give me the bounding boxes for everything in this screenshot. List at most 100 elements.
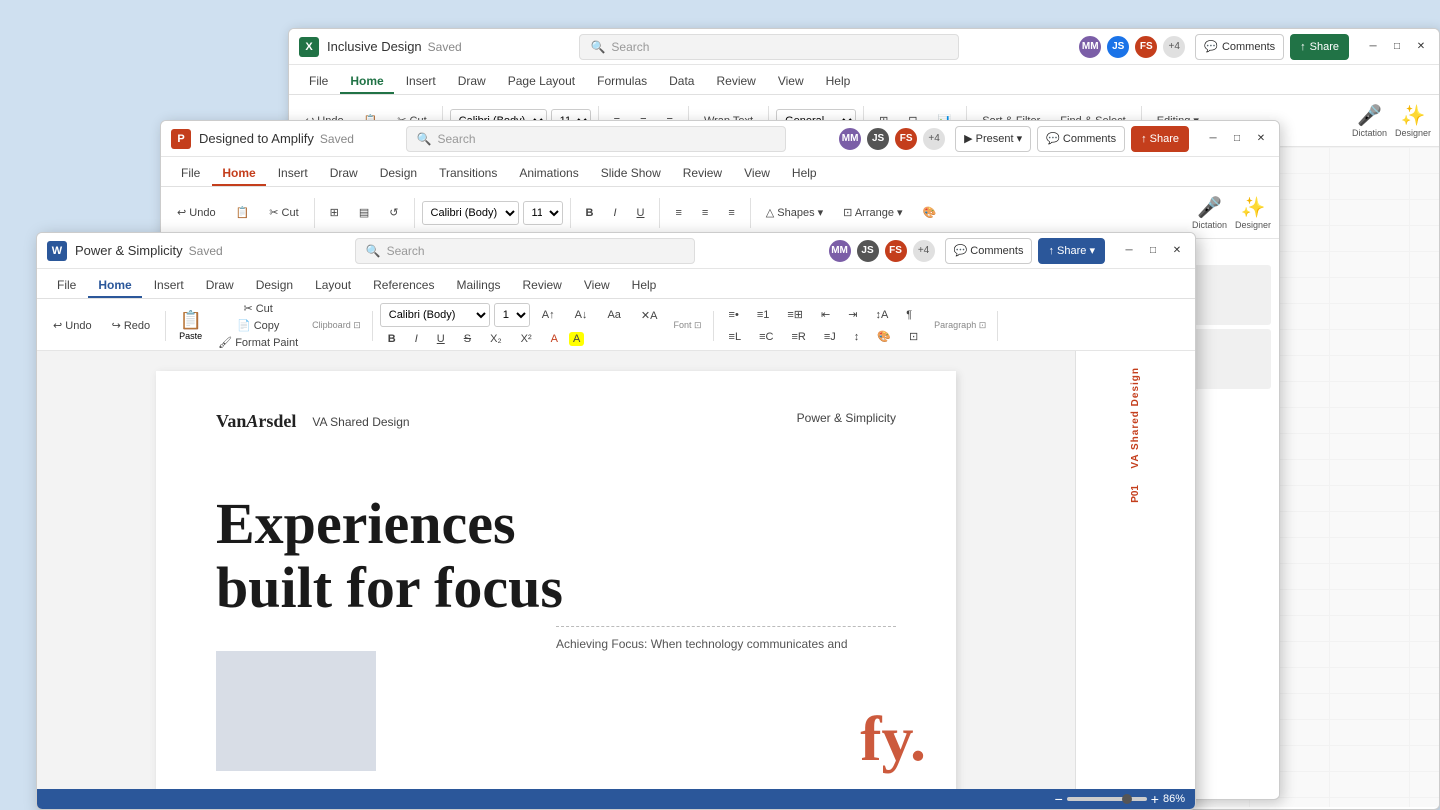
ppt-tab-help[interactable]: Help xyxy=(782,162,827,186)
word-shading-button[interactable]: 🎨 xyxy=(869,327,899,346)
ppt-designer-button[interactable]: ✨ Designer xyxy=(1235,195,1271,230)
word-justify-button[interactable]: ≡J xyxy=(816,327,844,346)
word-decrease-indent[interactable]: ⇤ xyxy=(813,305,838,324)
ppt-paste-button[interactable]: 📋 xyxy=(228,203,258,222)
ppt-comments-button[interactable]: 💬 Comments xyxy=(1037,126,1125,152)
ppt-layout-button[interactable]: ▤ xyxy=(351,203,377,222)
word-align-left-button[interactable]: ≡L xyxy=(721,327,750,346)
word-superscript-button[interactable]: X² xyxy=(513,330,540,348)
word-fontsize-select[interactable]: 11 xyxy=(494,303,530,327)
word-maximize-button[interactable]: □ xyxy=(1145,243,1161,259)
ppt-tab-animations[interactable]: Animations xyxy=(509,162,588,186)
word-italic-button[interactable]: I xyxy=(407,330,426,348)
word-copy-button[interactable]: 📄 Copy xyxy=(214,318,302,333)
word-tab-mailings[interactable]: Mailings xyxy=(446,274,510,298)
word-strikethrough-button[interactable]: S xyxy=(456,330,479,348)
excel-maximize-button[interactable]: □ xyxy=(1389,39,1405,55)
ppt-tab-view[interactable]: View xyxy=(734,162,780,186)
word-align-center-button[interactable]: ≡C xyxy=(751,327,781,346)
word-show-marks-button[interactable]: ¶ xyxy=(898,305,920,324)
excel-tab-draw[interactable]: Draw xyxy=(448,70,496,94)
word-zoom-in-button[interactable]: + xyxy=(1151,791,1159,807)
excel-tab-help[interactable]: Help xyxy=(816,70,861,94)
ppt-tab-home[interactable]: Home xyxy=(212,162,265,186)
ppt-italic-button[interactable]: I xyxy=(605,204,624,222)
word-clear-format-button[interactable]: ✕A xyxy=(633,306,666,325)
word-tab-layout[interactable]: Layout xyxy=(305,274,361,298)
ppt-align-left-button[interactable]: ≡ xyxy=(667,204,689,222)
word-subscript-button[interactable]: X₂ xyxy=(482,330,510,348)
excel-designer-button[interactable]: ✨ Designer xyxy=(1395,103,1431,138)
ppt-align-right-button[interactable]: ≡ xyxy=(720,204,742,222)
word-minimize-button[interactable]: ─ xyxy=(1121,243,1137,259)
word-zoom-control[interactable]: − + 86% xyxy=(1055,791,1185,807)
ppt-tab-design[interactable]: Design xyxy=(370,162,427,186)
word-borders-button[interactable]: ⊡ xyxy=(901,327,926,346)
word-fontcolor-button[interactable]: A xyxy=(543,330,566,348)
word-highlight-button[interactable]: A xyxy=(569,332,584,346)
ppt-tab-review[interactable]: Review xyxy=(673,162,732,186)
word-multilevel-button[interactable]: ≡⊞ xyxy=(779,305,811,324)
word-close-button[interactable]: ✕ xyxy=(1169,243,1185,259)
word-grow-font-button[interactable]: A↑ xyxy=(534,306,563,324)
word-align-right-button[interactable]: ≡R xyxy=(783,327,813,346)
word-paste-button[interactable]: 📋 Paste xyxy=(173,308,208,343)
excel-search-bar[interactable]: 🔍 Search xyxy=(579,34,959,60)
ppt-tab-draw[interactable]: Draw xyxy=(320,162,368,186)
ppt-tab-insert[interactable]: Insert xyxy=(268,162,318,186)
excel-tab-view[interactable]: View xyxy=(768,70,814,94)
word-tab-references[interactable]: References xyxy=(363,274,444,298)
ppt-underline-button[interactable]: U xyxy=(629,204,653,222)
excel-tab-file[interactable]: File xyxy=(299,70,338,94)
word-change-case-button[interactable]: Aa xyxy=(599,306,628,324)
ppt-undo-button[interactable]: ↩ Undo xyxy=(169,203,224,222)
word-tab-design[interactable]: Design xyxy=(246,274,303,298)
excel-tab-data[interactable]: Data xyxy=(659,70,704,94)
word-increase-indent[interactable]: ⇥ xyxy=(840,305,865,324)
ppt-shapes-button[interactable]: △ Shapes ▾ xyxy=(758,203,831,222)
ppt-fontsize-select[interactable]: 11 xyxy=(523,201,563,225)
ppt-font-select[interactable]: Calibri (Body) xyxy=(422,201,519,225)
ppt-share-button[interactable]: ↑ Share xyxy=(1131,126,1189,152)
ppt-tab-slideshow[interactable]: Slide Show xyxy=(591,162,671,186)
word-share-button[interactable]: ↑ Share ▾ xyxy=(1038,238,1105,264)
word-tab-insert[interactable]: Insert xyxy=(144,274,194,298)
word-tab-review[interactable]: Review xyxy=(513,274,572,298)
ppt-search-bar[interactable]: 🔍 Search xyxy=(406,126,786,152)
excel-tab-home[interactable]: Home xyxy=(340,70,393,94)
word-zoom-out-button[interactable]: − xyxy=(1055,791,1063,807)
word-undo-button[interactable]: ↩ Undo xyxy=(45,316,100,335)
word-sort-button[interactable]: ↕A xyxy=(867,305,896,324)
word-numbering-button[interactable]: ≡1 xyxy=(749,305,778,324)
word-tab-home[interactable]: Home xyxy=(88,274,141,298)
ppt-tab-file[interactable]: File xyxy=(171,162,210,186)
word-font-select[interactable]: Calibri (Body) xyxy=(380,303,490,327)
word-tab-view[interactable]: View xyxy=(574,274,620,298)
word-search-bar[interactable]: 🔍 Search xyxy=(355,238,695,264)
word-cut-button[interactable]: ✂ Cut xyxy=(214,301,302,316)
word-underline-button[interactable]: U xyxy=(429,330,453,348)
ppt-dictation-button[interactable]: 🎤 Dictation xyxy=(1192,195,1227,230)
ppt-newslide-button[interactable]: ⊞ xyxy=(322,203,347,222)
excel-tab-review[interactable]: Review xyxy=(706,70,765,94)
excel-dictation-button[interactable]: 🎤 Dictation xyxy=(1352,103,1387,138)
excel-tab-formulas[interactable]: Formulas xyxy=(587,70,657,94)
excel-close-button[interactable]: ✕ xyxy=(1413,39,1429,55)
ppt-bold-button[interactable]: B xyxy=(578,204,602,222)
word-tab-draw[interactable]: Draw xyxy=(196,274,244,298)
word-comments-button[interactable]: 💬 Comments xyxy=(945,238,1033,264)
ppt-minimize-button[interactable]: ─ xyxy=(1205,131,1221,147)
word-bullets-button[interactable]: ≡• xyxy=(721,305,747,324)
ppt-maximize-button[interactable]: □ xyxy=(1229,131,1245,147)
word-shrink-font-button[interactable]: A↓ xyxy=(567,306,596,324)
word-redo-button[interactable]: ↪ Redo xyxy=(104,316,159,335)
excel-tab-pagelayout[interactable]: Page Layout xyxy=(498,70,585,94)
word-formatpaint-button[interactable]: 🖌 Format Paint xyxy=(214,335,302,350)
word-bold-button[interactable]: B xyxy=(380,330,404,348)
ppt-arrange-button[interactable]: ⊡ Arrange ▾ xyxy=(835,203,910,222)
excel-comments-button[interactable]: 💬Comments xyxy=(1195,34,1284,60)
ppt-close-button[interactable]: ✕ xyxy=(1253,131,1269,147)
excel-tab-insert[interactable]: Insert xyxy=(396,70,446,94)
ppt-present-button[interactable]: ▶ Present ▾ xyxy=(955,126,1031,152)
word-tab-help[interactable]: Help xyxy=(622,274,667,298)
